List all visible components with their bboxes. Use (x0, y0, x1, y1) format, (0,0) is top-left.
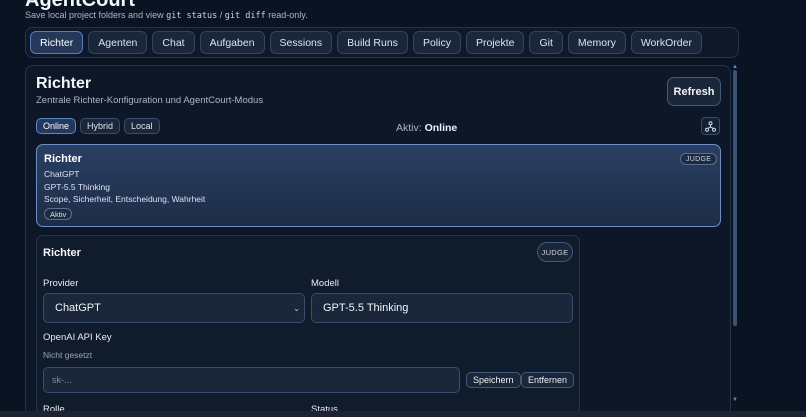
chevron-down-icon: ⌄ (293, 304, 300, 313)
tab-projekte[interactable]: Projekte (465, 31, 525, 54)
model-input-value: GPT-5.5 Thinking (323, 302, 409, 314)
tab-policy[interactable]: Policy (412, 31, 461, 54)
network-button[interactable] (701, 117, 720, 135)
main-tabbar: Richter Agenten Chat Aufgaben Sessions B… (25, 27, 739, 58)
scroll-down-arrow-icon[interactable]: ▼ (732, 397, 738, 403)
tab-agenten[interactable]: Agenten (88, 31, 148, 54)
api-key-input[interactable] (44, 368, 459, 392)
api-key-label: OpenAI API Key (43, 332, 112, 343)
editor-role-badge: JUDGE (537, 242, 573, 262)
judge-card-name: Richter (44, 153, 82, 165)
judge-card-provider: ChatGPT (44, 169, 80, 179)
judge-card-model: GPT-5.5 Thinking (44, 182, 110, 192)
bottom-bar (0, 411, 806, 417)
mode-hybrid-button[interactable]: Hybrid (80, 118, 121, 134)
mode-local-button[interactable]: Local (124, 118, 160, 134)
tab-aufgaben[interactable]: Aufgaben (199, 31, 265, 54)
judge-card-role-badge: JUDGE (680, 153, 718, 165)
tab-chat[interactable]: Chat (152, 31, 195, 54)
tab-sessions[interactable]: Sessions (269, 31, 333, 54)
active-mode-status: Aktiv: Online (396, 122, 458, 134)
provider-select-value: ChatGPT (55, 302, 101, 314)
tab-build-runs[interactable]: Build Runs (337, 31, 408, 54)
remove-key-button[interactable]: Entfernen (521, 372, 575, 388)
mode-online-button[interactable]: Online (36, 118, 77, 134)
tab-richter[interactable]: Richter (30, 31, 84, 54)
api-key-field[interactable] (43, 367, 460, 393)
tab-git[interactable]: Git (529, 31, 563, 54)
tab-memory[interactable]: Memory (567, 31, 626, 54)
judge-card[interactable]: Richter ChatGPT GPT-5.5 Thinking Scope, … (36, 144, 721, 227)
model-input[interactable]: GPT-5.5 Thinking (311, 293, 573, 323)
section-subtitle: Zentrale Richter-Konfiguration und Agent… (36, 95, 264, 106)
provider-select[interactable]: ChatGPT ⌄ (43, 293, 305, 323)
refresh-button[interactable]: Refresh (667, 77, 721, 106)
judge-card-scope: Scope, Sicherheit, Entscheidung, Wahrhei… (44, 194, 206, 204)
panel-scrollbar[interactable]: ▲ ▼ (732, 64, 738, 403)
model-label: Modell (311, 278, 339, 289)
mode-selector: Online Hybrid Local (36, 118, 160, 134)
provider-label: Provider (43, 278, 79, 289)
tab-workorder[interactable]: WorkOrder (630, 31, 702, 54)
section-title: Richter (36, 75, 92, 92)
network-icon (705, 120, 716, 132)
editor-title: Richter (43, 247, 81, 259)
app-subtitle: Save local project folders and view git … (25, 10, 308, 21)
save-key-button[interactable]: Speichern (466, 372, 521, 388)
api-key-status: Nicht gesetzt (43, 350, 93, 360)
scroll-thumb[interactable] (733, 70, 737, 326)
judge-card-status-badge: Aktiv (44, 208, 73, 220)
